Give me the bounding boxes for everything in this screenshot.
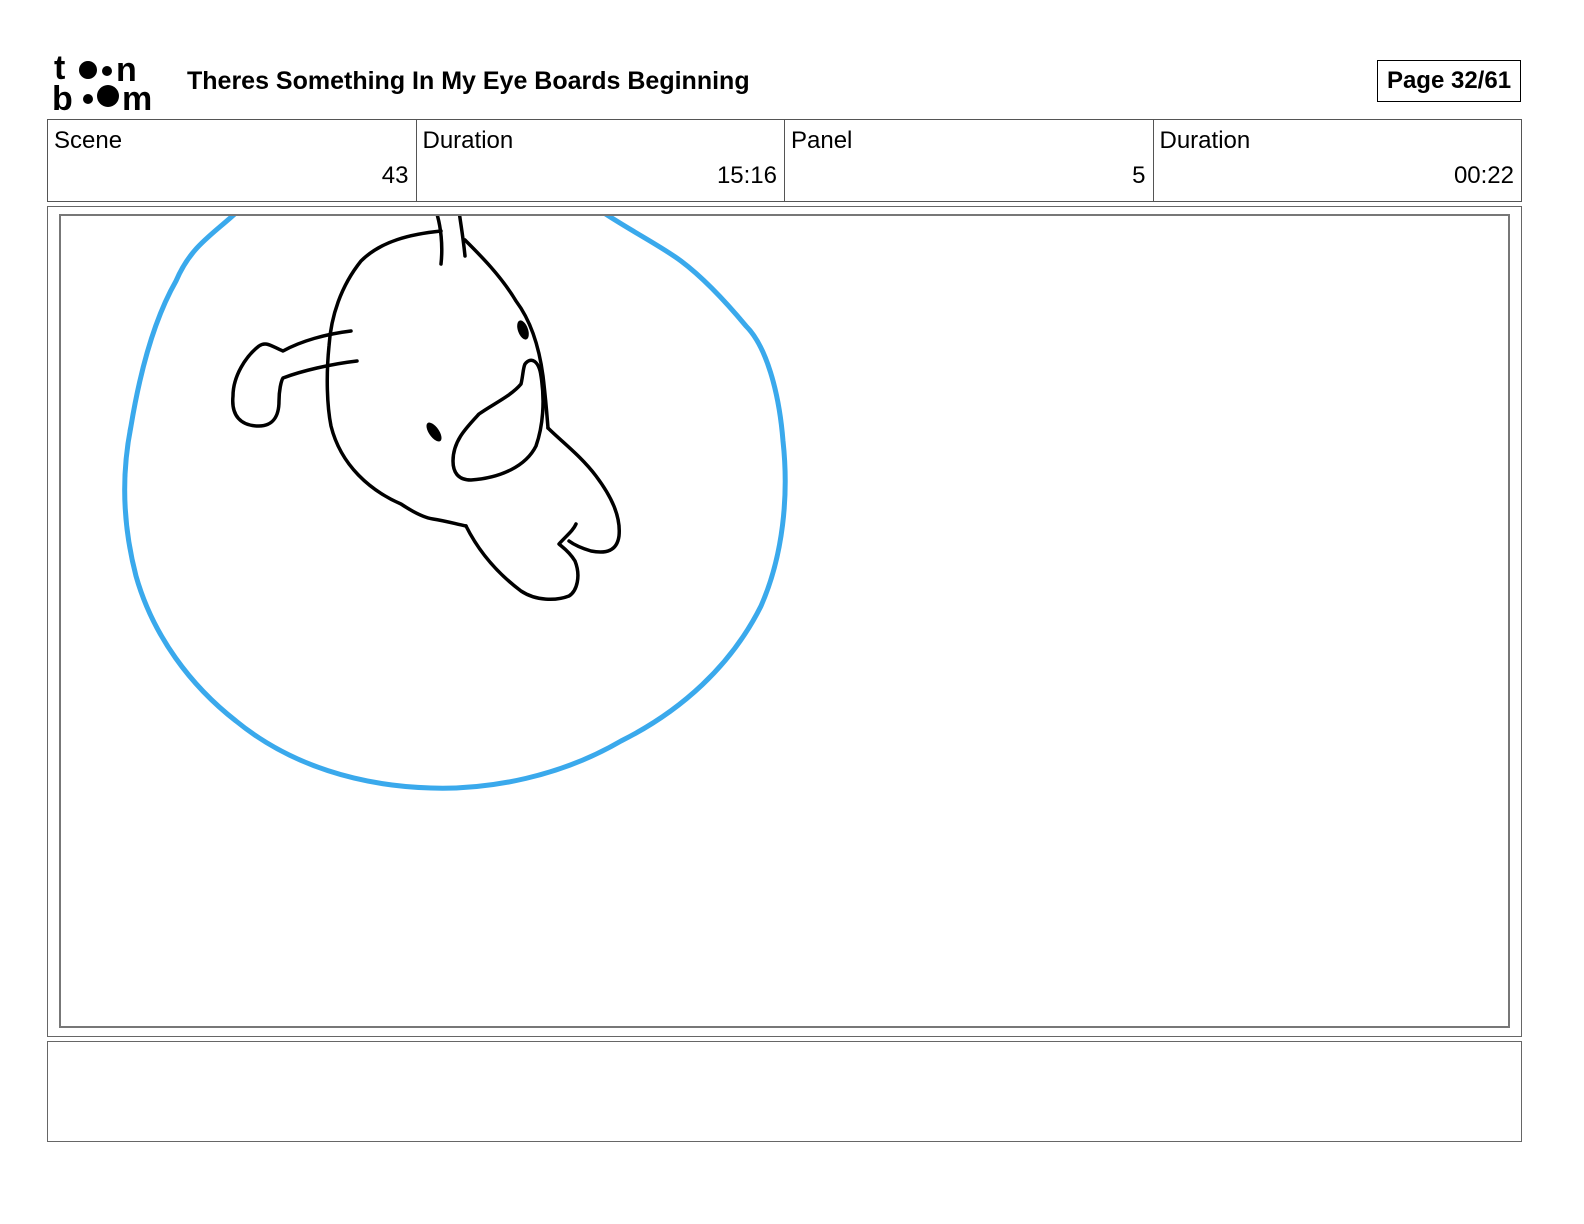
svg-text:b: b bbox=[52, 80, 73, 112]
panel-label: Panel bbox=[791, 127, 853, 154]
panel-duration-cell: Duration 00:22 bbox=[1152, 120, 1522, 201]
storyboard-title: Theres Something In My Eye Boards Beginn… bbox=[187, 67, 750, 95]
storyboard-panel-frame bbox=[47, 206, 1522, 1037]
toonboom-logo: t n b m bbox=[52, 49, 164, 118]
creature-eye-left bbox=[426, 422, 442, 442]
panel-duration-label: Duration bbox=[1159, 127, 1251, 154]
panel-notes-box bbox=[47, 1041, 1522, 1142]
panel-cell: Panel 5 bbox=[784, 120, 1153, 201]
panel-duration-value: 00:22 bbox=[1453, 162, 1514, 189]
panel-value: 5 bbox=[1132, 162, 1146, 189]
scene-info-table: Scene 43 Duration 15:16 Panel 5 Duration… bbox=[47, 119, 1522, 202]
eye-outline bbox=[122, 216, 788, 791]
panel-drawing bbox=[122, 216, 788, 791]
page-indicator: Page 32/61 bbox=[1377, 60, 1521, 102]
scene-cell: Scene 43 bbox=[48, 120, 416, 201]
scene-value: 43 bbox=[381, 162, 409, 189]
creature-drawing bbox=[231, 216, 621, 602]
scene-label: Scene bbox=[54, 127, 123, 154]
storyboard-panel-image bbox=[59, 214, 1510, 1028]
scene-duration-cell: Duration 15:16 bbox=[415, 120, 785, 201]
scene-duration-value: 15:16 bbox=[716, 162, 777, 189]
scene-duration-label: Duration bbox=[422, 127, 514, 154]
toonboom-logo-mark: t n b m bbox=[52, 49, 152, 118]
svg-text:m: m bbox=[122, 80, 152, 112]
